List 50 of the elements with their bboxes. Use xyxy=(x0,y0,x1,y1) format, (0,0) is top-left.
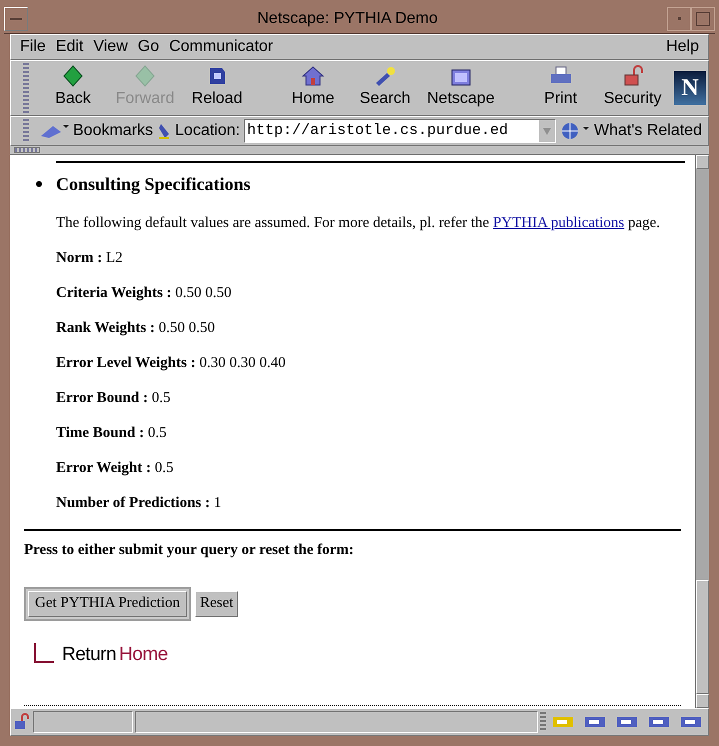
prediction-button[interactable]: Get PYTHIA Prediction xyxy=(28,590,187,616)
padlock-icon[interactable] xyxy=(13,713,31,731)
minimize-button[interactable] xyxy=(667,6,691,30)
maximize-button[interactable] xyxy=(691,6,715,30)
toolbar-button[interactable]: Print xyxy=(524,62,597,114)
toolbar-button[interactable]: Home xyxy=(277,62,349,114)
menu-item[interactable]: Help xyxy=(661,35,704,59)
window-menu-button[interactable] xyxy=(4,6,28,30)
scrollbar[interactable] xyxy=(695,155,709,708)
toolbar-button[interactable]: Security xyxy=(596,62,669,114)
gem-icon xyxy=(134,65,156,87)
gem-icon xyxy=(62,65,84,87)
window-title: Netscape: PYTHIA Demo xyxy=(256,8,439,28)
menu-item[interactable]: Go xyxy=(132,35,164,59)
spec-line: Error Level Weights : 0.30 0.30 0.40 xyxy=(56,354,287,373)
publications-link[interactable]: PYTHIA publications xyxy=(492,215,624,231)
spec-line: Norm : L2 xyxy=(56,249,124,268)
padlock-icon xyxy=(622,65,644,87)
component-bar-grip[interactable] xyxy=(540,712,546,732)
spec-line: Criteria Weights : 0.50 0.50 xyxy=(56,284,233,303)
toolbar-button[interactable]: Reload xyxy=(181,62,253,114)
globe-icon[interactable] xyxy=(560,121,590,141)
bookmark-icon[interactable] xyxy=(39,122,69,140)
spec-line: Rank Weights : 0.50 0.50 xyxy=(56,319,216,338)
spec-line: Number of Predictions : 1 xyxy=(56,494,222,513)
url-field[interactable]: http://aristotle.cs.purdue.ed xyxy=(244,119,556,143)
intro-paragraph: The following default values are assumed. For more details, pl. refer the PYTHIA publications page. xyxy=(56,214,660,233)
reset-button[interactable]: Reset xyxy=(194,590,238,616)
return-home-link[interactable]: Return Home xyxy=(34,640,168,669)
toolbar-grip[interactable] xyxy=(23,63,29,113)
bullet-icon xyxy=(36,181,42,187)
whats-related-button[interactable]: What's Related xyxy=(594,119,702,143)
menu-item[interactable]: View xyxy=(88,35,133,59)
toolbar-grip[interactable] xyxy=(23,119,29,143)
spec-line: Error Bound : 0.5 xyxy=(56,389,172,408)
netscape-logo: N xyxy=(674,71,706,105)
toolbar-button[interactable]: Netscape xyxy=(421,62,501,114)
bookmarks-button[interactable]: Bookmarks xyxy=(73,119,154,143)
house-icon xyxy=(301,65,325,87)
location-label: Location: xyxy=(175,121,240,141)
toolbar-button[interactable]: Search xyxy=(349,62,421,114)
section-heading: Consulting Specifications xyxy=(56,173,252,196)
collapsed-toolbar-grip[interactable] xyxy=(14,147,40,153)
spec-line: Error Weight : 0.5 xyxy=(56,459,174,478)
toolbar-button[interactable]: Back xyxy=(37,62,109,114)
menu-item[interactable]: File xyxy=(15,35,51,59)
menu-item[interactable]: Communicator xyxy=(164,35,278,59)
menu-item[interactable]: Edit xyxy=(50,35,88,59)
form-prompt: Press to either submit your query or reset the form: xyxy=(24,541,355,560)
spec-line: Time Bound : 0.5 xyxy=(56,424,168,443)
